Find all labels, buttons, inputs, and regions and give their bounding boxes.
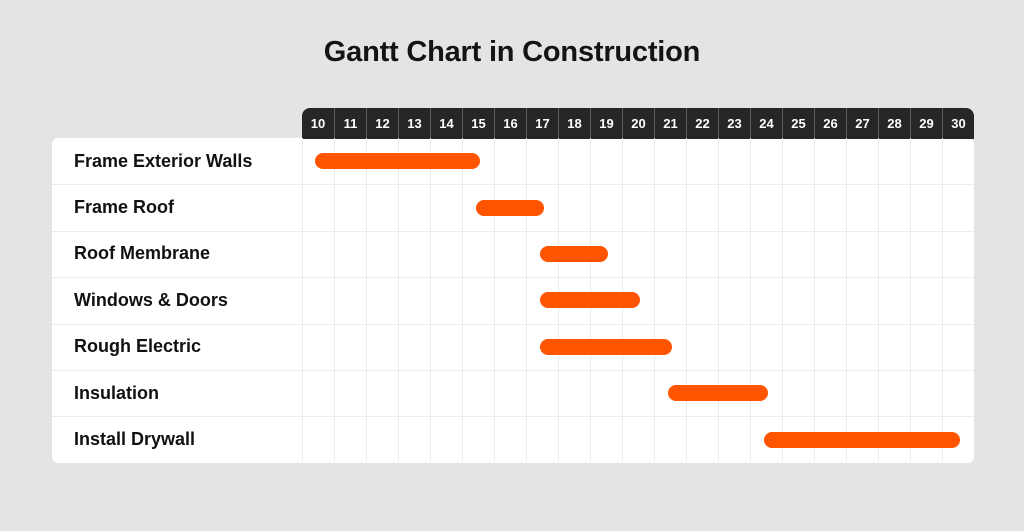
x-tick-label: 17 bbox=[526, 108, 558, 139]
task-bar bbox=[668, 385, 768, 402]
x-tick-label: 25 bbox=[782, 108, 814, 139]
task-bar bbox=[764, 431, 960, 448]
task-label: Install Drywall bbox=[74, 428, 196, 449]
task-bar bbox=[315, 153, 480, 170]
task-label: Frame Exterior Walls bbox=[74, 150, 253, 171]
x-tick-label: 21 bbox=[654, 108, 686, 139]
x-tick-label: 14 bbox=[430, 108, 462, 139]
task-label: Roof Membrane bbox=[74, 243, 211, 264]
task-label: Windows & Doors bbox=[74, 289, 228, 310]
x-tick-label: 19 bbox=[590, 108, 622, 139]
x-tick-label: 20 bbox=[622, 108, 654, 139]
task-bar bbox=[540, 338, 672, 355]
x-tick-label: 11 bbox=[334, 108, 366, 139]
x-tick-label: 22 bbox=[686, 108, 718, 139]
task-bar bbox=[540, 292, 640, 309]
task-label: Insulation bbox=[74, 382, 159, 403]
x-tick-label: 26 bbox=[814, 108, 846, 139]
x-tick-label: 24 bbox=[750, 108, 782, 139]
x-tick-label: 18 bbox=[558, 108, 590, 139]
x-tick-label: 13 bbox=[398, 108, 430, 139]
task-bar bbox=[476, 199, 544, 216]
x-tick-label: 10 bbox=[310, 116, 326, 131]
day-header: 10 11 12 13 14 15 16 17 18 19 20 21 22 23 24 25 26 27 28 29… bbox=[302, 108, 974, 139]
x-tick-label: 16 bbox=[494, 108, 526, 139]
x-tick-label: 23 bbox=[718, 108, 750, 139]
x-tick-label: 28 bbox=[878, 108, 910, 139]
x-tick-label: 30 bbox=[942, 108, 974, 139]
task-label: Rough Electric bbox=[74, 336, 202, 357]
x-tick-label: 27 bbox=[846, 108, 878, 139]
chart-title: Gantt Chart in Construction bbox=[323, 36, 701, 68]
task-bar bbox=[540, 246, 608, 262]
x-tick-label: 15 bbox=[462, 108, 494, 139]
x-tick-label: 29 bbox=[910, 108, 942, 139]
task-label: Frame Roof bbox=[74, 196, 175, 217]
x-tick-label: 12 bbox=[366, 108, 398, 139]
